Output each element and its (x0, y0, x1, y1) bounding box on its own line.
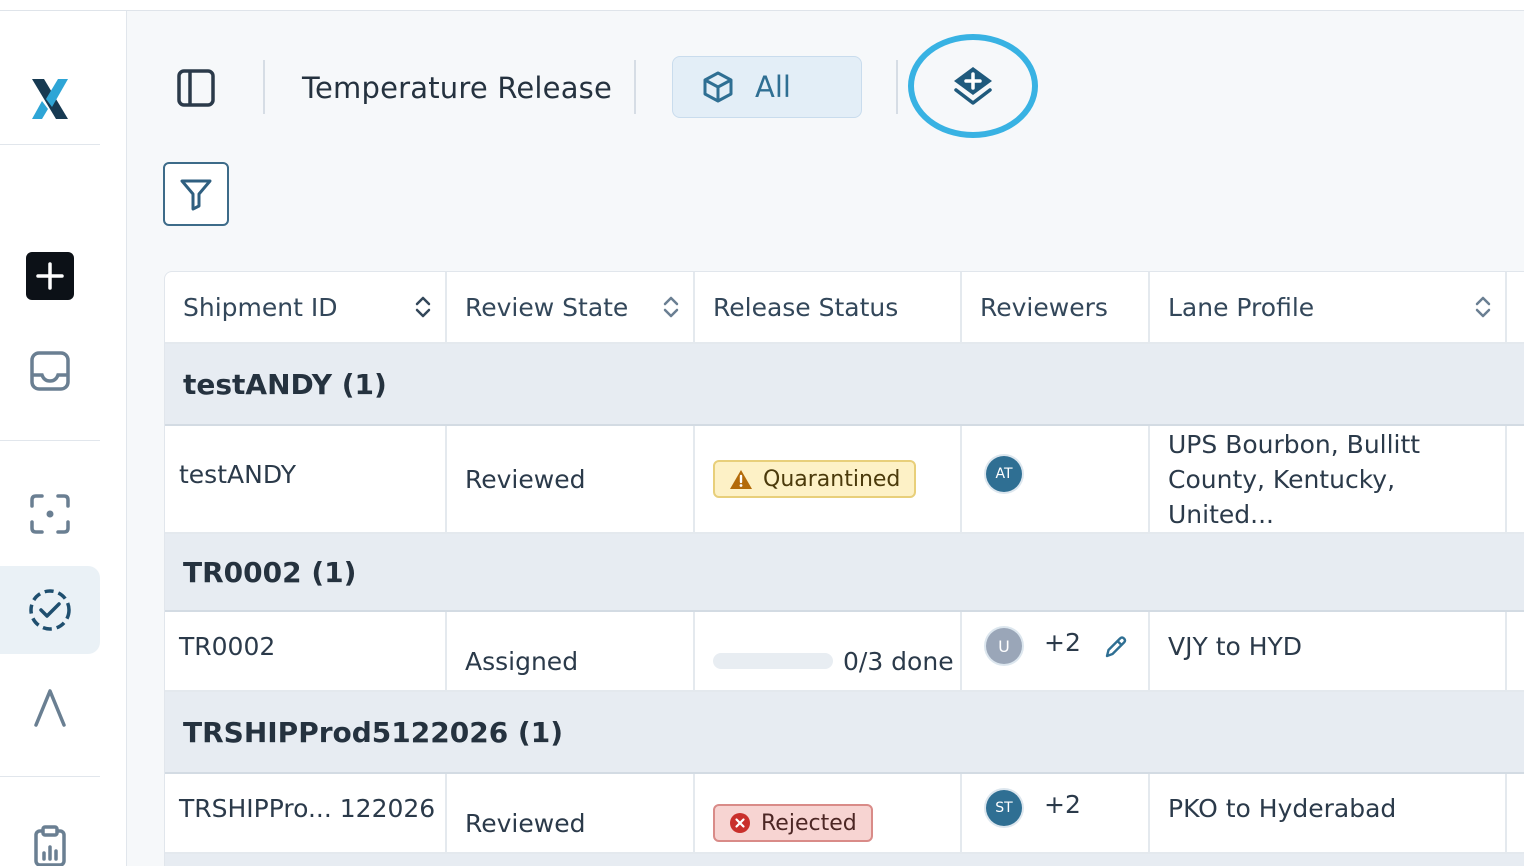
plus-icon (26, 252, 74, 300)
release-progress-bar (713, 653, 833, 669)
sidebar-divider (0, 776, 100, 777)
more-reviewers-count[interactable]: +2 (1044, 790, 1081, 819)
sidebar-divider (0, 440, 100, 441)
cell-lane-profile: UPS Bourbon, Bullitt County, Kentucky, U… (1150, 426, 1507, 532)
cell-review-state: Reviewed (447, 426, 695, 532)
toolbar-separator (896, 60, 898, 114)
avatar[interactable]: ST (986, 790, 1022, 826)
cell-review-state: Assigned (447, 612, 695, 690)
sidebar-item-scan[interactable] (0, 474, 100, 554)
group-header[interactable]: testANDY (1) (165, 344, 1524, 426)
sort-icon (663, 296, 679, 318)
sidebar-item-lane[interactable] (0, 667, 100, 747)
cell-release-status: 0/3 done (695, 612, 962, 690)
sidebar-item-releases[interactable] (0, 566, 100, 654)
layer-plus-icon (954, 67, 992, 105)
column-header-lane-profile[interactable]: Lane Profile (1150, 272, 1507, 342)
cell-reviewers: U +2 (962, 612, 1150, 690)
sidebar-panel-icon (177, 69, 215, 107)
page-title: Temperature Release (302, 71, 613, 105)
cell-shipment-id: TRSHIPPro... 122026 (165, 774, 447, 852)
column-label: Review State (465, 292, 629, 322)
view-filter-all-button[interactable]: All (672, 56, 862, 118)
filter-button[interactable] (163, 162, 229, 226)
column-header-review-state[interactable]: Review State (447, 272, 695, 342)
cell-shipment-id: TR0002 (165, 612, 447, 690)
inbox-icon (30, 351, 70, 391)
logo-x-icon (32, 79, 68, 119)
table-row[interactable]: TR0002 Assigned 0/3 done U +2 VJY to HYD (165, 612, 1524, 692)
column-header-shipment-id[interactable]: Shipment ID (165, 272, 447, 342)
window-top-edge (0, 0, 1524, 11)
scan-icon (30, 494, 70, 534)
column-label: Release Status (713, 292, 899, 322)
status-badge-label: Quarantined (763, 466, 901, 492)
column-header-reviewers[interactable]: Reviewers (962, 272, 1150, 342)
status-badge-rejected: Rejected (713, 804, 873, 842)
column-header-release-status[interactable]: Release Status (695, 272, 962, 342)
rejected-x-icon (730, 813, 750, 833)
toggle-sidebar-button[interactable] (176, 68, 216, 108)
dashed-check-circle-icon (29, 589, 71, 631)
cell-shipment-id: testANDY (165, 426, 447, 532)
main-content: Temperature Release All Shipment ID Revi… (128, 12, 1524, 866)
app-logo[interactable] (28, 71, 72, 127)
sort-icon (415, 296, 431, 318)
group-header[interactable]: TR0002 (1) (165, 534, 1524, 612)
sidebar (0, 11, 127, 866)
shipments-table: Shipment ID Review State Release Status … (164, 271, 1524, 866)
status-badge-quarantined: Quarantined (713, 460, 917, 498)
view-filter-label: All (755, 70, 791, 104)
lambda-icon (34, 689, 66, 727)
table-header: Shipment ID Review State Release Status … (165, 272, 1524, 344)
toolbar-separator (634, 60, 636, 114)
warning-icon (730, 470, 752, 489)
column-label: Shipment ID (183, 292, 338, 322)
avatar[interactable]: AT (986, 456, 1022, 492)
sidebar-item-new[interactable] (0, 236, 100, 316)
toolbar-separator (263, 60, 265, 114)
cell-reviewers: ST +2 (962, 774, 1150, 852)
group-label: TRSHIPProd5122026 (1) (183, 715, 564, 749)
group-label: testANDY (1) (183, 367, 387, 401)
status-badge-label: Rejected (761, 810, 857, 836)
lane-profile-text: County, Kentucky, United... (1168, 464, 1396, 529)
sort-icon (1475, 296, 1491, 318)
avatar[interactable]: U (986, 628, 1022, 664)
sidebar-item-reports[interactable] (0, 811, 100, 866)
next-group-edge (165, 854, 1524, 866)
cell-release-status: Quarantined (695, 426, 962, 532)
lane-profile-text: UPS Bourbon, Bullitt (1168, 429, 1421, 459)
column-label: Reviewers (980, 292, 1108, 322)
clipboard-chart-icon (34, 825, 66, 866)
progress-label: 0/3 done (843, 646, 954, 676)
table-row[interactable]: testANDY Reviewed Quarantined AT UPS Bou… (165, 426, 1524, 534)
add-layer-button[interactable] (908, 34, 1038, 138)
cell-review-state: Reviewed (447, 774, 695, 852)
cube-icon (703, 71, 733, 103)
cell-release-status: Rejected (695, 774, 962, 852)
filter-funnel-icon (180, 179, 212, 211)
edit-pencil-icon[interactable] (1103, 634, 1129, 660)
cell-reviewers: AT (962, 426, 1150, 532)
cell-lane-profile: VJY to HYD (1150, 612, 1507, 690)
column-label: Lane Profile (1168, 292, 1315, 322)
sidebar-item-inbox[interactable] (0, 331, 100, 411)
cell-lane-profile: PKO to Hyderabad (1150, 774, 1507, 852)
group-header[interactable]: TRSHIPProd5122026 (1) (165, 692, 1524, 774)
more-reviewers-count[interactable]: +2 (1044, 628, 1081, 657)
table-row[interactable]: TRSHIPPro... 122026 Reviewed Rejected ST… (165, 774, 1524, 854)
group-label: TR0002 (1) (183, 555, 357, 589)
sidebar-divider (0, 144, 100, 145)
